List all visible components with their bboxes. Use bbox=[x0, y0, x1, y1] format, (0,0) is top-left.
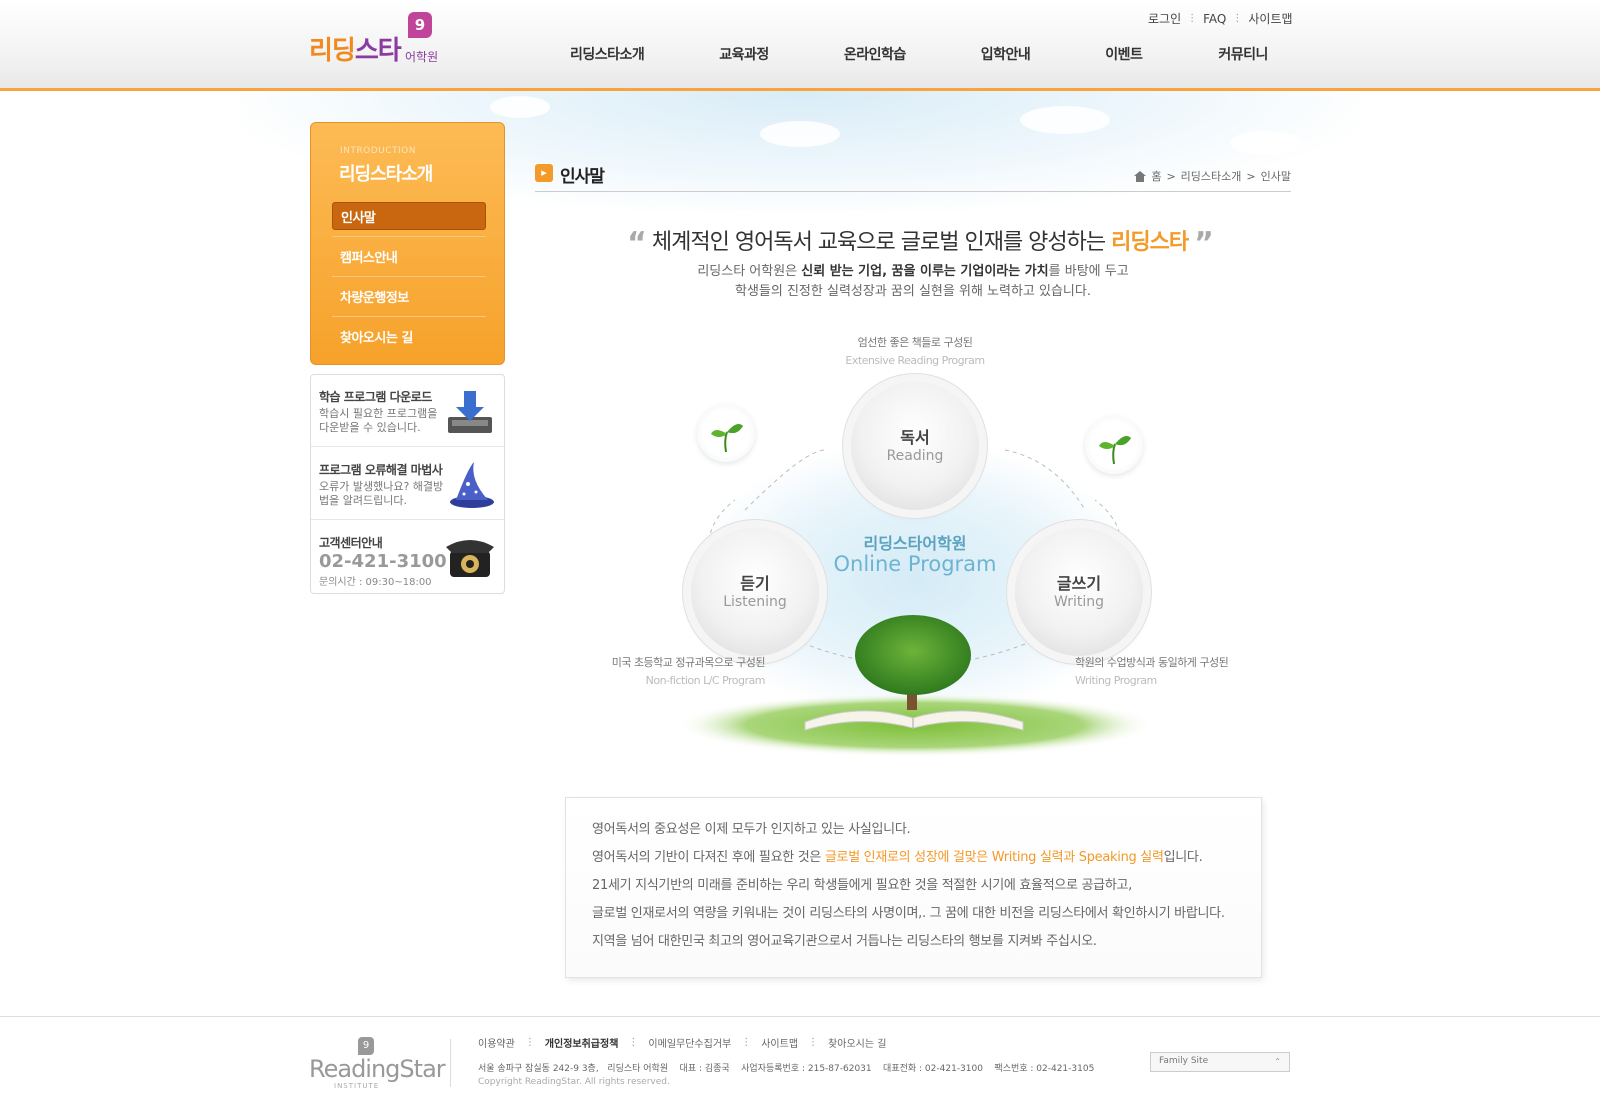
util-sep: ⋮ bbox=[1187, 13, 1198, 24]
cloud bbox=[490, 96, 550, 118]
message-line: 지역을 넘어 대한민국 최고의 영어교육기관으로서 거듭나는 리딩스타의 행보를… bbox=[592, 934, 1097, 949]
page-title: 인사말 bbox=[560, 167, 605, 187]
faq-link[interactable]: FAQ bbox=[1203, 12, 1226, 26]
logo-sub: 어학원 bbox=[405, 50, 439, 64]
main-nav: 리딩스타소개 교육과정 온라인학습 입학안내 이벤트 커뮤티니 bbox=[570, 44, 1268, 64]
sub-menu-item-greeting[interactable]: 인사말 bbox=[332, 202, 486, 230]
footer-info: 서울 송파구 잠실동 242-9 3층, 리딩스타 어학원 대표 : 김종국 사… bbox=[478, 1064, 1095, 1074]
title-bullet-icon: ▸ bbox=[535, 164, 553, 182]
breadcrumb-home[interactable]: 홈 bbox=[1151, 168, 1161, 184]
breadcrumb: 홈 > 리딩스타소개 > 인사말 bbox=[1134, 168, 1291, 184]
headline: “ 체계적인 영어독서 교육으로 글로벌 인재를 양성하는 리딩스타 ” bbox=[625, 222, 1215, 261]
footer-link-privacy[interactable]: 개인정보취급정책 bbox=[545, 1035, 619, 1050]
logo-text: 리딩스타 bbox=[309, 36, 402, 66]
headline-text: 체계적인 영어독서 교육으로 글로벌 인재를 양성하는 bbox=[651, 230, 1106, 255]
family-site-label: Family Site bbox=[1159, 1056, 1209, 1066]
breadcrumb-intro[interactable]: 리딩스타소개 bbox=[1181, 168, 1242, 184]
footer-logo: 9 ReadingStar INSTITUTE bbox=[309, 1037, 446, 1097]
footer-link-terms[interactable]: 이용약관 bbox=[478, 1035, 515, 1050]
footer-logo-badge: 9 bbox=[358, 1037, 374, 1055]
footer-sep: ⋮ bbox=[524, 1037, 535, 1048]
footer-divider bbox=[450, 1039, 451, 1087]
sub-menu-item-directions[interactable]: 찾아오시는 길 bbox=[332, 316, 486, 356]
nav-item-online[interactable]: 온라인학습 bbox=[844, 44, 906, 64]
breadcrumb-current: 인사말 bbox=[1260, 170, 1291, 183]
chevron-up-icon: ⌃ bbox=[1274, 1057, 1281, 1066]
nav-item-event[interactable]: 이벤트 bbox=[1105, 44, 1143, 64]
footer-sep: ⋮ bbox=[808, 1037, 819, 1048]
message-line: 21세기 지식기반의 미래를 준비하는 우리 학생들에게 필요한 것을 적절한 … bbox=[592, 878, 1132, 893]
download-box[interactable]: 학습 프로그램 다운로드 학습시 필요한 프로그램을 다운받을 수 있습니다. bbox=[311, 375, 504, 447]
util-sep: ⋮ bbox=[1232, 13, 1243, 24]
wizard-box[interactable]: 프로그램 오류해결 마법사 오류가 발생했나요? 해결방법을 알려드립니다. bbox=[311, 448, 504, 520]
logo[interactable]: 9 리딩스타 어학원 bbox=[309, 12, 459, 72]
footer-sep: ⋮ bbox=[741, 1037, 752, 1048]
footer-links: 이용약관 ⋮ 개인정보취급정책 ⋮ 이메일무단수집거부 ⋮ 사이트맵 ⋮ 찾아오… bbox=[478, 1035, 886, 1050]
center-title: 리딩스타어학원 bbox=[863, 534, 967, 553]
sub-menu-item-shuttle[interactable]: 차량운행정보 bbox=[332, 276, 486, 316]
message-line: 영어독서의 중요성은 이제 모두가 인지하고 있는 사실입니다. bbox=[592, 822, 911, 837]
wizard-hat-icon bbox=[450, 462, 494, 508]
reading-label: 엄선한 좋은 책들로 구성된 Extensive Reading Program bbox=[845, 336, 985, 367]
family-site-select[interactable]: Family Site ⌃ bbox=[1150, 1052, 1290, 1072]
header: 9 리딩스타 어학원 로그인 ⋮ FAQ ⋮ 사이트맵 리딩스타소개 교육과정 … bbox=[0, 0, 1600, 91]
download-icon bbox=[448, 391, 492, 433]
nav-item-admission[interactable]: 입학안내 bbox=[981, 44, 1031, 64]
close-quote-icon: ” bbox=[1194, 226, 1214, 261]
sub-menu-title: 리딩스타소개 bbox=[339, 164, 433, 185]
center-subtitle: Online Program bbox=[833, 552, 997, 576]
cloud bbox=[1230, 131, 1300, 155]
book-tree-illustration bbox=[675, 615, 1155, 757]
wizard-desc: 오류가 발생했나요? 해결방법을 알려드립니다. bbox=[319, 480, 444, 507]
breadcrumb-sep: > bbox=[1166, 169, 1176, 183]
footer-link-directions[interactable]: 찾아오시는 길 bbox=[828, 1035, 886, 1050]
telephone-icon bbox=[446, 540, 494, 577]
headline-highlight: 리딩스타 bbox=[1111, 230, 1189, 255]
open-quote-icon: “ bbox=[627, 226, 647, 261]
cloud bbox=[760, 121, 840, 147]
logo-badge: 9 bbox=[408, 12, 432, 38]
sub-menu-item-campus[interactable]: 캠퍼스안내 bbox=[332, 236, 486, 276]
cloud bbox=[1020, 106, 1110, 134]
page-head: ▸ 인사말 홈 > 리딩스타소개 > 인사말 bbox=[535, 160, 1291, 192]
sub-menu-list: 인사말 캠퍼스안내 차량운행정보 찾아오시는 길 bbox=[332, 197, 486, 356]
download-title: 학습 프로그램 다운로드 bbox=[319, 390, 432, 404]
message-box: 영어독서의 중요성은 이제 모두가 인지하고 있는 사실입니다. 영어독서의 기… bbox=[565, 797, 1262, 978]
message-line: 영어독서의 기반이 다져진 후에 필요한 것은 글로벌 인재로의 성장에 걸맞은… bbox=[592, 850, 1203, 865]
footer-sep: ⋮ bbox=[628, 1037, 639, 1048]
message-line: 글로벌 인재로서의 역량을 키워내는 것이 리딩스타의 사명이며,. 그 꿈에 … bbox=[592, 906, 1225, 921]
side-boxes: 학습 프로그램 다운로드 학습시 필요한 프로그램을 다운받을 수 있습니다. … bbox=[310, 374, 505, 594]
download-desc: 학습시 필요한 프로그램을 다운받을 수 있습니다. bbox=[319, 407, 438, 434]
login-link[interactable]: 로그인 bbox=[1148, 10, 1181, 27]
customer-center-tel: 02-421-3100 bbox=[319, 551, 447, 572]
sprout-left-icon bbox=[697, 404, 755, 462]
wizard-title: 프로그램 오류해결 마법사 bbox=[319, 463, 443, 477]
home-icon bbox=[1134, 170, 1147, 182]
nav-item-intro[interactable]: 리딩스타소개 bbox=[570, 44, 645, 64]
footer: 9 ReadingStar INSTITUTE 이용약관 ⋮ 개인정보취급정책 … bbox=[0, 1016, 1600, 1113]
nav-item-curriculum[interactable]: 교육과정 bbox=[719, 44, 769, 64]
program-diagram: 엄선한 좋은 책들로 구성된 Extensive Reading Program… bbox=[535, 330, 1291, 770]
message-text: 영어독서의 중요성은 이제 모두가 인지하고 있는 사실입니다. 영어독서의 기… bbox=[592, 816, 1225, 956]
reading-circle[interactable]: 독서 Reading bbox=[851, 382, 979, 510]
footer-link-sitemap[interactable]: 사이트맵 bbox=[761, 1035, 798, 1050]
utility-menu: 로그인 ⋮ FAQ ⋮ 사이트맵 bbox=[1148, 10, 1293, 27]
sprout-right-icon bbox=[1085, 416, 1143, 474]
customer-center-hours: 문의시간 : 09:30~18:00 bbox=[319, 577, 432, 588]
sitemap-link[interactable]: 사이트맵 bbox=[1248, 10, 1292, 27]
nav-item-community[interactable]: 커뮤티니 bbox=[1218, 44, 1268, 64]
lead-text: 리딩스타 어학원은 신뢰 받는 기업, 꿈을 이루는 기업이라는 가치를 바탕에… bbox=[697, 264, 1129, 299]
sub-menu-en: INTRODUCTION bbox=[340, 146, 416, 156]
footer-link-email[interactable]: 이메일무단수집거부 bbox=[648, 1035, 731, 1050]
customer-center-box: 고객센터안내 02-421-3100 문의시간 : 09:30~18:00 bbox=[311, 521, 504, 593]
footer-logo-text: ReadingStar bbox=[309, 1055, 446, 1083]
footer-logo-sub: INSTITUTE bbox=[334, 1082, 380, 1090]
footer-copyright: Copyright ReadingStar. All rights reserv… bbox=[478, 1077, 670, 1087]
sub-menu: INTRODUCTION 리딩스타소개 인사말 캠퍼스안내 차량운행정보 찾아오… bbox=[310, 122, 505, 365]
breadcrumb-sep: > bbox=[1246, 169, 1256, 183]
customer-center-title: 고객센터안내 bbox=[319, 536, 383, 550]
